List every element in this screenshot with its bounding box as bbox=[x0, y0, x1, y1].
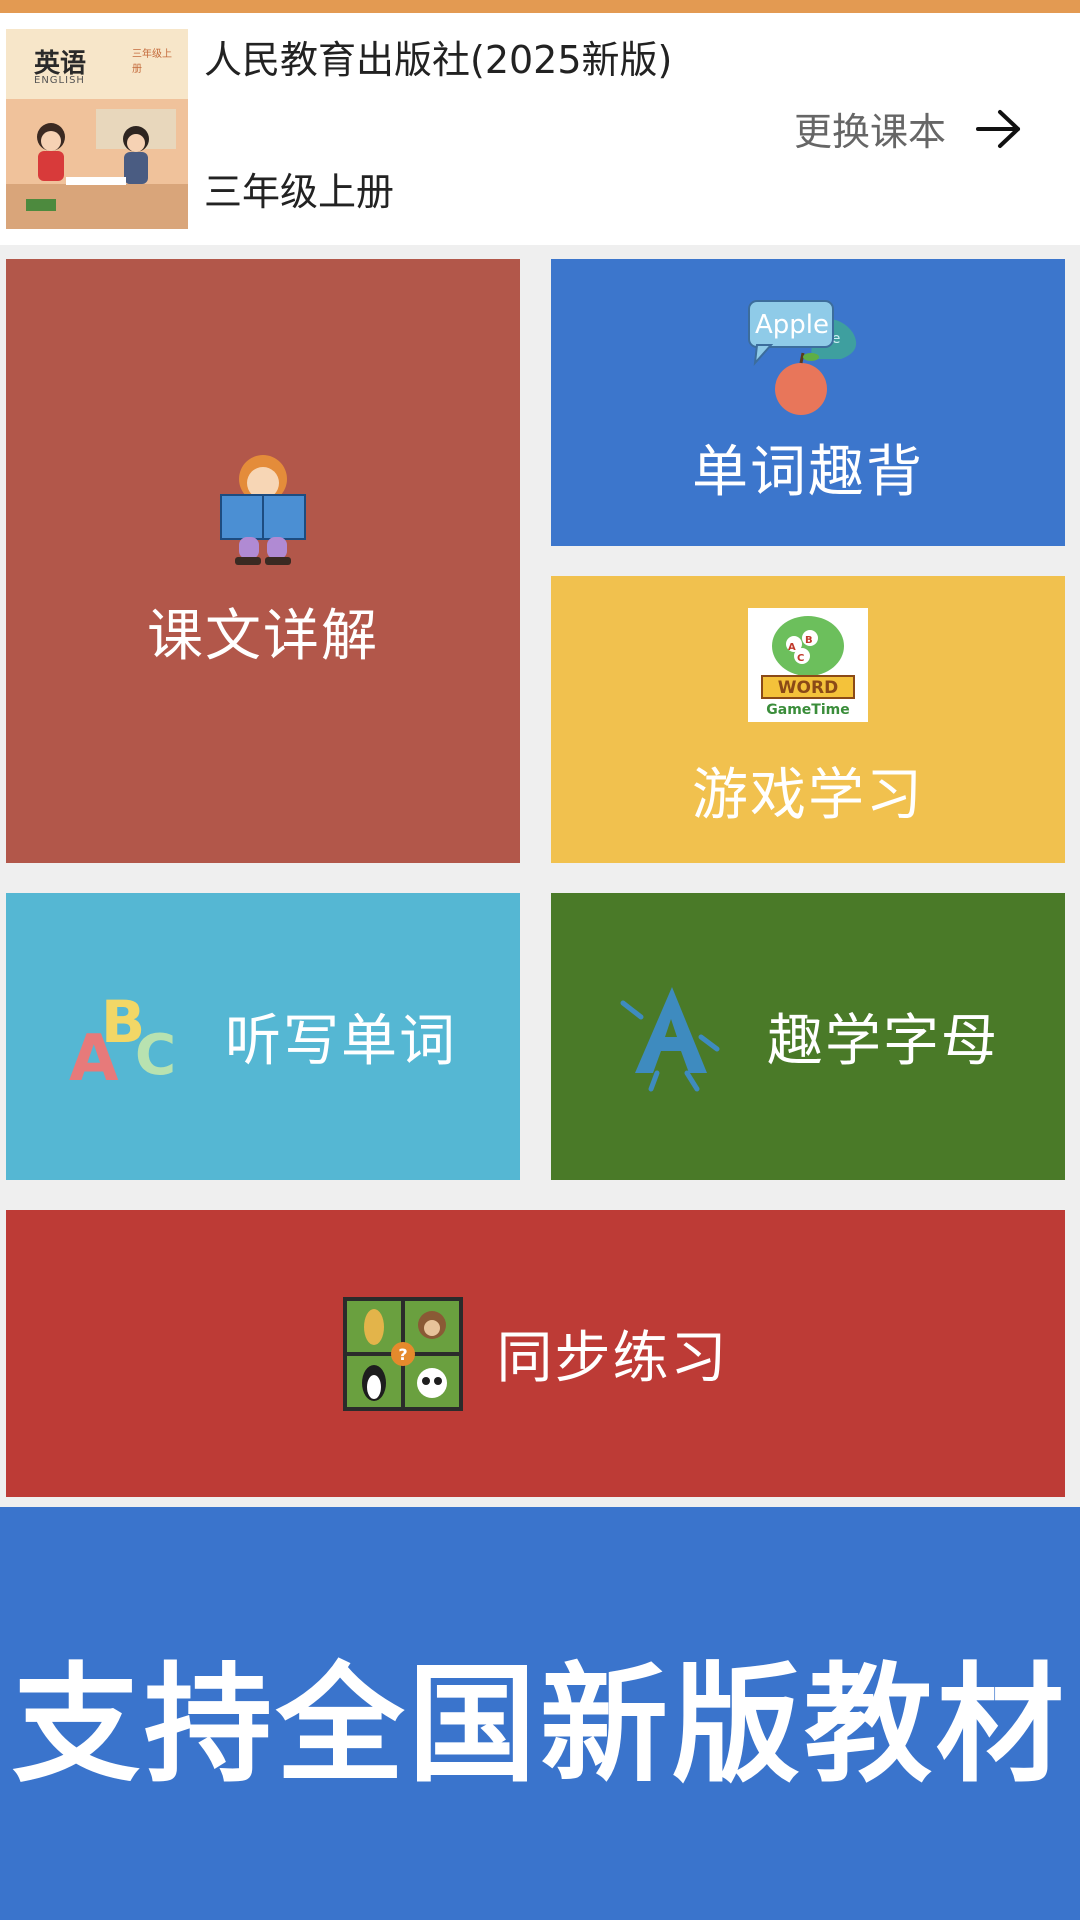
tile-fun-alphabet-label: 趣学字母 bbox=[767, 1009, 999, 1074]
cover-illustration bbox=[6, 99, 188, 229]
abc-letters-icon: A B C bbox=[69, 988, 176, 1092]
tile-text-explanation[interactable]: 课文详解 bbox=[6, 259, 520, 863]
tile-word-dictation-label: 听写单词 bbox=[225, 1009, 457, 1074]
tile-fun-alphabet[interactable]: 趣学字母 bbox=[551, 893, 1065, 1180]
promo-banner-text: 支持全国新版教材 bbox=[11, 1651, 1068, 1800]
apple-speech-icon: ple Apple bbox=[748, 300, 857, 415]
svg-text:C: C bbox=[135, 1023, 176, 1088]
cover-grade: 三年级上册 bbox=[132, 49, 172, 75]
svg-text:C: C bbox=[797, 653, 804, 664]
change-textbook-button[interactable]: 更换课本 bbox=[794, 101, 1022, 156]
grade-label: 三年级上册 bbox=[204, 170, 395, 214]
gametime-text: GameTime bbox=[766, 702, 849, 718]
word-text: WORD bbox=[778, 678, 838, 698]
promo-banner: 支持全国新版教材 bbox=[0, 1507, 1080, 1920]
tile-text-explanation-label: 课文详解 bbox=[147, 603, 379, 669]
tile-word-dictation[interactable]: A B C 听写单词 bbox=[6, 893, 520, 1180]
textbook-cover-image[interactable]: 英语 ENGLISH 三年级上册 bbox=[6, 29, 188, 229]
tile-sync-practice[interactable]: ? 同步练习 bbox=[6, 1210, 1065, 1497]
svg-text:B: B bbox=[805, 635, 813, 646]
arrow-right-icon bbox=[976, 109, 1020, 148]
publisher-title: 人民教育出版社(2025新版) bbox=[204, 38, 673, 82]
svg-text:A: A bbox=[788, 642, 796, 653]
textbook-header: 英语 ENGLISH 三年级上册 人民教育出版社(2025新版) 三年级上册 更… bbox=[0, 13, 1080, 245]
word-gametime-icon: A B C WORD GameTime bbox=[748, 608, 868, 722]
tile-word-memorize-label: 单词趣背 bbox=[692, 440, 924, 505]
tile-sync-practice-label: 同步练习 bbox=[496, 1326, 729, 1391]
top-accent-bar bbox=[0, 0, 1080, 13]
change-textbook-label: 更换课本 bbox=[793, 110, 946, 154]
svg-text:?: ? bbox=[398, 1345, 407, 1364]
tile-game-learning[interactable]: A B C WORD GameTime 游戏学习 bbox=[551, 576, 1065, 863]
tile-word-memorize[interactable]: ple Apple 单词趣背 bbox=[551, 259, 1065, 546]
animal-quiz-icon: ? bbox=[342, 1296, 463, 1411]
apple-text: Apple bbox=[755, 310, 829, 340]
cover-subtitle: ENGLISH bbox=[34, 75, 85, 86]
tile-game-learning-label: 游戏学习 bbox=[692, 763, 924, 828]
letter-a-character-icon bbox=[620, 986, 720, 1091]
girl-reading-icon bbox=[220, 454, 306, 565]
